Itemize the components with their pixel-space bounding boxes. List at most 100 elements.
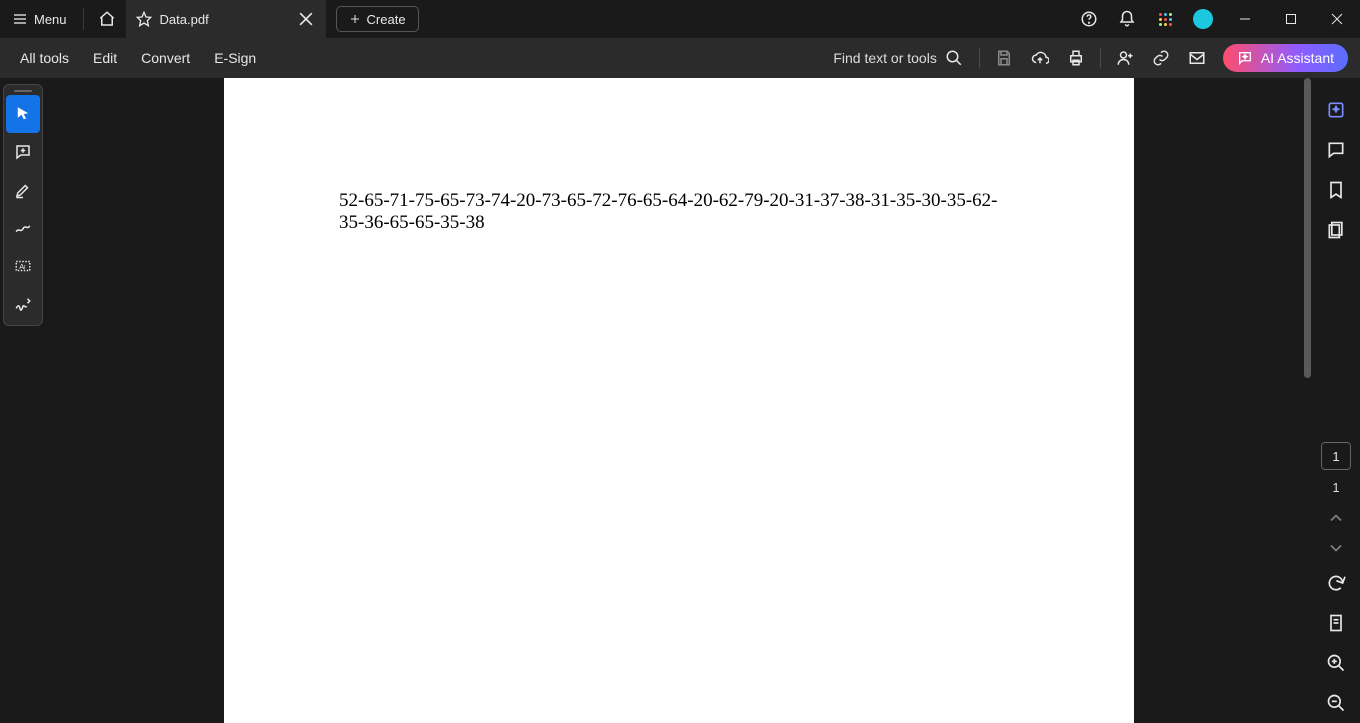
ai-assistant-button[interactable]: AI Assistant — [1223, 44, 1348, 72]
bell-icon — [1118, 10, 1136, 28]
chevron-up-icon — [1326, 508, 1346, 528]
search-icon — [945, 49, 963, 67]
help-icon — [1080, 10, 1098, 28]
ai-assistant-label: AI Assistant — [1261, 50, 1334, 66]
apps-grid-icon — [1159, 13, 1172, 26]
tab-close-button[interactable] — [296, 9, 316, 29]
close-icon — [296, 9, 316, 29]
plus-icon — [349, 13, 361, 25]
pages-panel-button[interactable] — [1316, 210, 1356, 250]
edit-menu[interactable]: Edit — [81, 50, 129, 66]
maximize-button[interactable] — [1268, 0, 1314, 38]
all-tools-menu[interactable]: All tools — [8, 50, 81, 66]
separator — [1100, 48, 1101, 68]
menu-label: Menu — [34, 12, 67, 27]
left-tool-rail: AI — [0, 78, 46, 723]
create-button[interactable]: Create — [336, 6, 419, 32]
close-window-button[interactable] — [1314, 0, 1360, 38]
esign-menu[interactable]: E-Sign — [202, 50, 268, 66]
maximize-icon — [1285, 13, 1297, 25]
ai-sparkle-icon — [1326, 100, 1346, 120]
titlebar: Menu Data.pdf Create — [0, 0, 1360, 38]
menu-button[interactable]: Menu — [0, 0, 79, 38]
link-icon — [1152, 49, 1170, 67]
svg-text:I: I — [24, 265, 25, 271]
notifications-button[interactable] — [1108, 0, 1146, 38]
comment-plus-icon — [14, 143, 32, 161]
tool-panel: AI — [3, 84, 43, 326]
minimize-icon — [1239, 13, 1251, 25]
help-button[interactable] — [1070, 0, 1108, 38]
cursor-icon — [14, 105, 32, 123]
apps-button[interactable] — [1146, 0, 1184, 38]
print-button[interactable] — [1058, 40, 1094, 76]
rotate-button[interactable] — [1316, 563, 1356, 603]
workarea: AI 52-65-71-75-65-73-74-20-73-65-72-76-6… — [0, 78, 1360, 723]
panel-drag-handle[interactable] — [6, 87, 40, 95]
main-toolbar: All tools Edit Convert E-Sign Find text … — [0, 38, 1360, 78]
pages-icon — [1326, 220, 1346, 240]
add-person-button[interactable] — [1107, 40, 1143, 76]
zoom-in-button[interactable] — [1316, 643, 1356, 683]
zoom-in-icon — [1326, 653, 1346, 673]
freehand-icon — [14, 219, 32, 237]
page-down-button[interactable] — [1316, 533, 1356, 563]
zoom-out-button[interactable] — [1316, 683, 1356, 723]
sign-tool[interactable] — [6, 285, 40, 323]
scrollbar-track[interactable] — [1302, 78, 1312, 388]
user-plus-icon — [1116, 49, 1134, 67]
page-up-button[interactable] — [1316, 503, 1356, 533]
link-button[interactable] — [1143, 40, 1179, 76]
document-viewport[interactable]: 52-65-71-75-65-73-74-20-73-65-72-76-65-6… — [46, 78, 1312, 723]
bookmarks-panel-button[interactable] — [1316, 170, 1356, 210]
document-tab[interactable]: Data.pdf — [126, 0, 326, 38]
divider — [83, 8, 84, 30]
zoom-out-icon — [1326, 693, 1346, 713]
email-button[interactable] — [1179, 40, 1215, 76]
sparkle-chat-icon — [1237, 50, 1253, 66]
print-icon — [1067, 49, 1085, 67]
bookmark-icon — [1326, 180, 1346, 200]
text-select-tool[interactable]: AI — [6, 247, 40, 285]
pdf-page[interactable]: 52-65-71-75-65-73-74-20-73-65-72-76-65-6… — [224, 78, 1134, 723]
find-label: Find text or tools — [833, 50, 937, 66]
hamburger-icon — [12, 11, 28, 27]
highlight-tool[interactable] — [6, 171, 40, 209]
convert-menu[interactable]: Convert — [129, 50, 202, 66]
avatar-icon — [1193, 9, 1213, 29]
draw-tool[interactable] — [6, 209, 40, 247]
rotate-icon — [1326, 573, 1346, 593]
find-button[interactable]: Find text or tools — [823, 49, 973, 67]
right-rail: 1 1 — [1312, 78, 1360, 723]
tab-title: Data.pdf — [160, 12, 288, 27]
separator — [979, 48, 980, 68]
text-area-icon: AI — [14, 257, 32, 275]
signature-icon — [14, 295, 32, 313]
chat-icon — [1326, 140, 1346, 160]
comment-tool[interactable] — [6, 133, 40, 171]
comments-panel-button[interactable] — [1316, 130, 1356, 170]
window-controls — [1222, 0, 1360, 38]
selection-tool[interactable] — [6, 95, 40, 133]
highlighter-icon — [14, 181, 32, 199]
current-page-input[interactable]: 1 — [1321, 442, 1351, 470]
total-pages: 1 — [1332, 480, 1339, 495]
page-layout-icon — [1326, 613, 1346, 633]
document-text[interactable]: 52-65-71-75-65-73-74-20-73-65-72-76-65-6… — [339, 190, 1019, 234]
scrollbar-thumb[interactable] — [1304, 78, 1311, 378]
account-button[interactable] — [1184, 0, 1222, 38]
ai-panel-button[interactable] — [1316, 90, 1356, 130]
home-icon — [98, 10, 116, 28]
mail-icon — [1188, 49, 1206, 67]
minimize-button[interactable] — [1222, 0, 1268, 38]
create-label: Create — [367, 12, 406, 27]
page-display-button[interactable] — [1316, 603, 1356, 643]
star-icon[interactable] — [136, 11, 152, 27]
save-icon — [995, 49, 1013, 67]
cloud-upload-icon — [1031, 49, 1049, 67]
chevron-down-icon — [1326, 538, 1346, 558]
save-button[interactable] — [986, 40, 1022, 76]
home-button[interactable] — [88, 0, 126, 38]
close-icon — [1331, 13, 1343, 25]
upload-share-button[interactable] — [1022, 40, 1058, 76]
